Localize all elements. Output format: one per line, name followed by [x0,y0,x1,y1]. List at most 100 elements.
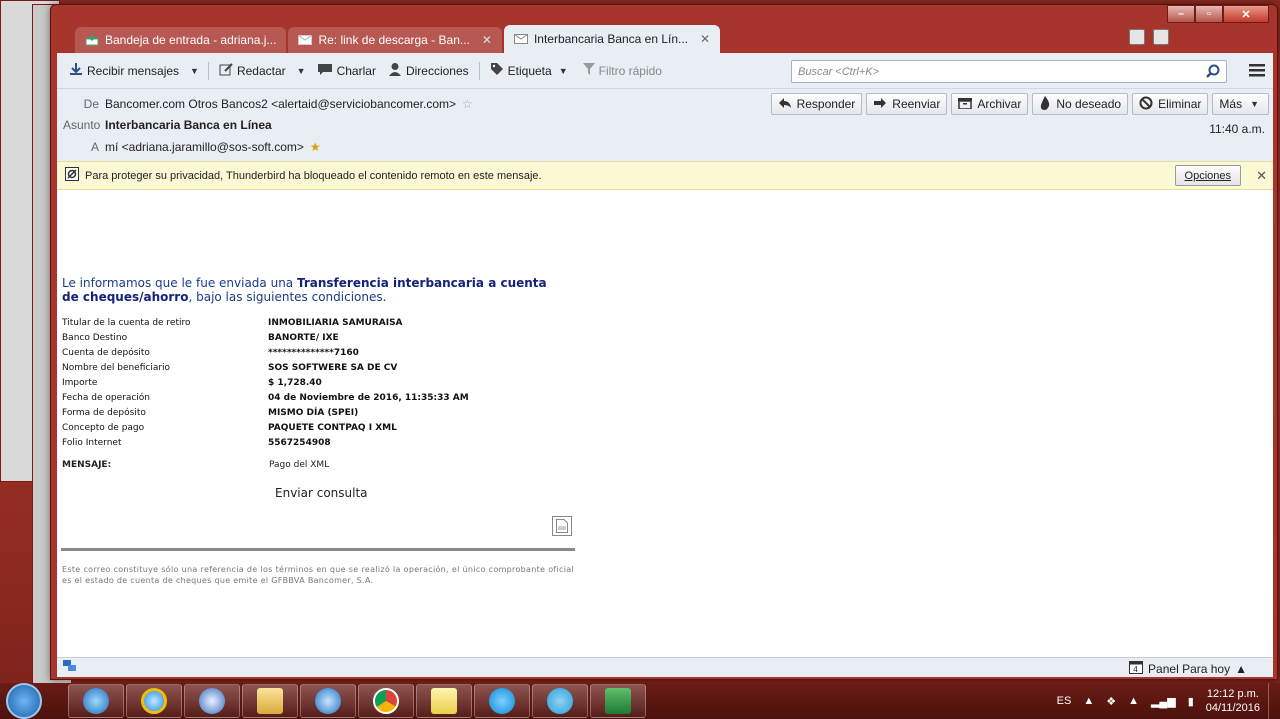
detail-row: Concepto de pago PAQUETE CONTPAQ I XML [62,420,469,435]
tab-inbox[interactable]: Bandeja de entrada - adriana.j... [75,27,287,53]
today-pane-button[interactable]: 4 Panel Para hoy ▲ [1129,660,1247,677]
delete-circle-icon [1139,96,1153,113]
intro-part: , bajo las siguientes condiciones. [188,290,387,304]
tasks-icon[interactable] [1153,29,1169,45]
junk-button[interactable]: No deseado [1032,93,1129,115]
inbox-icon [85,34,99,46]
to-label: A [90,140,99,154]
close-notice-icon[interactable]: ✕ [1256,168,1267,184]
show-desktop-button[interactable] [1268,683,1280,719]
star-filled-icon[interactable]: ★ [310,140,321,154]
detail-value: INMOBILIARIA SAMURAISA [268,317,403,328]
pencil-icon [219,62,233,79]
detail-value: **************7160 [268,347,359,358]
tab-reply-message[interactable]: Re: link de descarga - Ban... ✕ [288,27,502,53]
taskbar-app-network[interactable] [68,684,124,718]
taskbar-app-settings[interactable] [300,684,356,718]
language-indicator[interactable]: ES [1057,695,1072,707]
calendar-icon: 4 [1129,660,1144,677]
online-status-icon[interactable] [63,660,77,675]
delete-button[interactable]: Eliminar [1132,93,1209,115]
chat-button[interactable]: Charlar [313,59,380,82]
minimize-button[interactable]: – [1167,5,1195,23]
delete-label: Eliminar [1158,97,1202,111]
title-bar: Bandeja de entrada - adriana.j... Re: li… [51,5,1277,53]
options-button[interactable]: Opciones [1174,165,1241,186]
search-placeholder: Buscar <Ctrl+K> [798,65,880,78]
archive-box-icon [958,97,973,112]
star-empty-icon[interactable]: ☆ [462,97,473,111]
tag-button[interactable]: Etiqueta ▼ [486,59,575,82]
calendar-icon[interactable] [1129,29,1145,45]
search-input[interactable]: Buscar <Ctrl+K> [791,60,1227,83]
folder-icon [257,688,283,714]
taskbar-clock[interactable]: 12:12 p.m. 04/11/2016 [1206,687,1260,715]
more-label: Más [1219,97,1243,111]
signal-icon[interactable]: ▂▄▆ [1151,695,1176,708]
maximize-button[interactable]: ▫ [1195,5,1223,23]
status-bar: 4 Panel Para hoy ▲ [57,657,1273,677]
from-address[interactable]: Bancomer.com Otros Bancos2 <alertaid@ser… [105,97,456,111]
detail-value: PAQUETE CONTPAQ I XML [268,422,397,433]
write-dropdown-icon[interactable]: ▼ [294,66,309,76]
quick-filter-button[interactable]: Filtro rápido [579,59,666,82]
get-messages-button[interactable]: Recibir mensajes [65,59,183,82]
tag-icon [490,62,504,79]
taskbar-app-notes[interactable] [416,684,472,718]
get-messages-dropdown-icon[interactable]: ▼ [187,66,202,76]
junk-label: No deseado [1056,97,1122,111]
taskbar-app-thunderbird[interactable] [184,684,240,718]
flame-icon [1039,95,1051,113]
taskbar-app-explorer[interactable] [242,684,298,718]
today-pane-label: Panel Para hoy [1148,661,1231,676]
message-time: 11:40 a.m. [1209,122,1265,136]
gear-app-icon [315,688,341,714]
from-label: De [83,97,99,111]
main-toolbar: Recibir mensajes ▼ Redactar ▼ Charlar Di… [57,53,1273,89]
tag-label: Etiqueta [507,63,552,78]
taskbar-app-excel[interactable] [590,684,646,718]
chevron-down-icon: ▼ [1250,99,1259,109]
app-menu-icon[interactable] [1249,63,1265,80]
drive-icon[interactable]: ▲ [1128,695,1139,707]
taskbar-app-chrome[interactable] [358,684,414,718]
message-label: MENSAJE: [62,460,112,470]
transfer-details: Titular de la cuenta de retiro INMOBILIAR… [62,315,469,450]
toolbar-separator [478,61,480,80]
taskbar-apps [68,684,646,718]
search-icon[interactable] [1206,64,1220,81]
detail-row: Fecha de operación 04 de Noviembre de 201… [62,390,469,405]
archive-button[interactable]: Archivar [951,93,1029,115]
taskbar-app-skype[interactable] [474,684,530,718]
start-button[interactable] [6,683,42,719]
write-button[interactable]: Redactar [215,59,290,82]
remote-content-notice: Para proteger su privacidad, Thunderbird… [57,161,1273,190]
chat-bubble-icon [317,62,333,79]
get-messages-label: Recibir mensajes [87,63,180,78]
address-book-button[interactable]: Direcciones [384,59,473,82]
subject-row: Asunto Interbancaria Banca en Línea [63,118,272,132]
chevron-down-icon: ▼ [558,65,568,76]
close-tab-icon[interactable]: ✕ [700,32,710,46]
toolbar-separator [207,61,209,80]
detail-value: MISMO DÍA (SPEI) [268,407,359,418]
tray-expand-icon[interactable]: ▲ [1083,695,1094,707]
power-icon[interactable]: ▮ [1188,695,1194,708]
taskbar-app-telegram[interactable] [532,684,588,718]
send-query-link[interactable]: Enviar consulta [275,486,368,500]
close-tab-icon[interactable]: ✕ [482,33,492,47]
system-tray: ES ▲ ❖ ▲ ▂▄▆ ▮ 12:12 p.m. 04/11/2016 [1057,683,1260,719]
detail-label: Forma de depósito [62,407,146,418]
detail-label: Importe [62,377,98,388]
reply-button[interactable]: Responder [770,93,863,115]
forward-button[interactable]: Reenviar [866,93,948,115]
to-address[interactable]: mí <adriana.jaramillo@sos-soft.com> [105,140,304,154]
svg-text:4: 4 [1133,665,1138,674]
close-window-button[interactable]: ✕ [1223,5,1269,23]
detail-value: SOS SOFTWERE SA DE CV [268,362,398,373]
tab-current-message[interactable]: Interbancaria Banca en Lín... ✕ [503,25,721,53]
more-button[interactable]: Más ▼ [1212,93,1269,115]
taskbar-app-ie[interactable] [126,684,182,718]
dropbox-icon[interactable]: ❖ [1106,695,1116,708]
tab-label: Bandeja de entrada - adriana.j... [105,33,277,47]
